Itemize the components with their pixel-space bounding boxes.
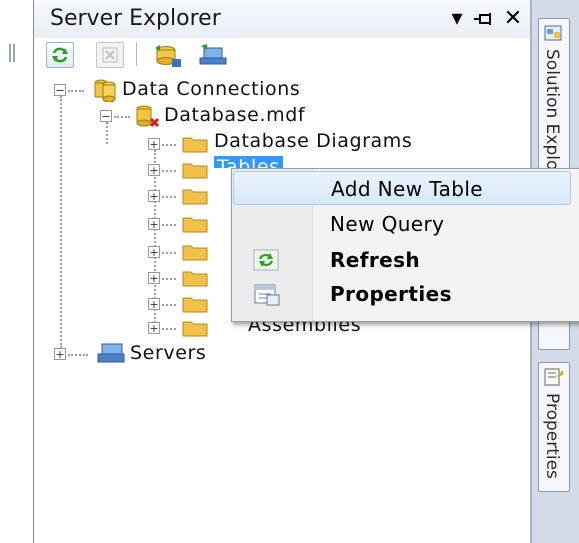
connect-to-server-icon[interactable]	[198, 44, 228, 68]
menu-label-add-new-table: Add New Table	[331, 177, 483, 201]
tree-node-servers[interactable]: Servers	[130, 342, 206, 364]
collapse-toggle[interactable]: −	[54, 84, 66, 96]
stop-icon	[102, 47, 118, 63]
tree-connector	[68, 354, 88, 356]
folder-icon	[182, 137, 208, 153]
tree-connector	[162, 170, 176, 172]
menu-item-properties[interactable]: Properties	[233, 277, 571, 311]
folder-icon	[182, 321, 208, 337]
tree-connector	[114, 116, 130, 118]
tree-node-database-diagrams[interactable]: Database Diagrams	[214, 130, 412, 152]
expand-toggle[interactable]: +	[148, 298, 160, 310]
context-menu: Add New Table New Query Refresh Properti…	[231, 168, 579, 322]
tree-guide-line	[60, 96, 62, 348]
left-dock-strip	[0, 0, 33, 543]
folder-icon	[182, 245, 208, 261]
refresh-button[interactable]	[46, 42, 74, 68]
tree-connector	[162, 144, 176, 146]
toolbar-separator	[136, 42, 137, 66]
properties-icon	[254, 284, 280, 306]
grip-icon	[9, 44, 15, 62]
refresh-icon	[253, 249, 279, 271]
tree-connector	[162, 304, 176, 306]
properties-icon	[544, 368, 563, 386]
tree-connector	[68, 90, 84, 92]
expand-toggle[interactable]: +	[148, 322, 160, 334]
collapse-toggle[interactable]: −	[100, 110, 112, 122]
expand-toggle[interactable]: +	[148, 218, 160, 230]
menu-label-new-query: New Query	[330, 212, 445, 236]
close-icon[interactable]: ✕	[500, 6, 526, 32]
dropdown-arrow-icon[interactable]: ▾	[444, 6, 470, 32]
connect-to-database-icon[interactable]	[152, 44, 182, 68]
expand-toggle[interactable]: +	[148, 138, 160, 150]
tab-label-properties: Properties	[542, 393, 562, 479]
panel-title: Server Explorer	[50, 6, 221, 31]
tree-connector	[162, 224, 176, 226]
folder-icon	[182, 297, 208, 313]
tree-connector	[162, 196, 176, 198]
refresh-icon	[52, 47, 68, 63]
stop-button[interactable]	[96, 42, 124, 68]
expand-toggle[interactable]: +	[148, 272, 160, 284]
tree-connector	[162, 328, 176, 330]
database-icon	[136, 105, 160, 128]
expand-toggle[interactable]: +	[54, 348, 66, 360]
folder-icon	[182, 217, 208, 233]
tree-connector	[162, 278, 176, 280]
tree-node-tables[interactable]: Tables	[214, 156, 283, 168]
menu-item-new-query[interactable]: New Query	[233, 207, 571, 241]
solution-explorer-icon	[544, 25, 562, 41]
folder-icon	[182, 163, 208, 179]
tree-node-data-connections[interactable]: Data Connections	[122, 78, 300, 100]
expand-toggle[interactable]: +	[148, 164, 160, 176]
folder-icon	[182, 189, 208, 205]
panel-header: Server Explorer ▾ ✕	[34, 0, 531, 38]
servers-icon	[97, 343, 125, 363]
menu-label-properties: Properties	[330, 282, 452, 306]
folder-icon	[182, 271, 208, 287]
tree-guide-line	[106, 122, 108, 144]
expand-toggle[interactable]: +	[148, 190, 160, 202]
tab-properties[interactable]: Properties	[538, 362, 570, 492]
tree-connector	[162, 252, 176, 254]
menu-item-refresh[interactable]: Refresh	[233, 243, 571, 277]
pin-icon[interactable]	[472, 11, 494, 27]
menu-label-refresh: Refresh	[330, 248, 421, 272]
expand-toggle[interactable]: +	[148, 246, 160, 258]
data-connections-icon	[94, 79, 116, 102]
toolbar	[34, 38, 531, 74]
menu-item-add-new-table[interactable]: Add New Table	[233, 171, 571, 205]
tree-node-database[interactable]: Database.mdf	[164, 104, 305, 126]
